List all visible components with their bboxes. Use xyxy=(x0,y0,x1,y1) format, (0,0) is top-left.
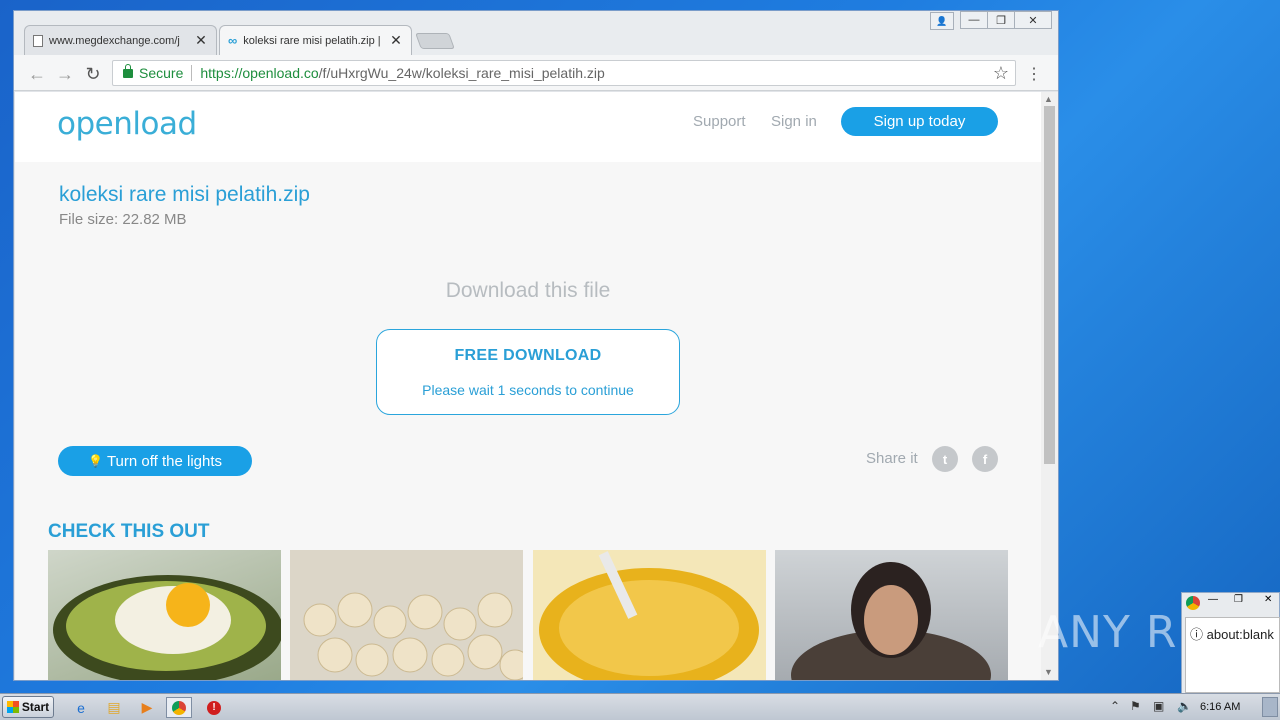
forward-button[interactable]: → xyxy=(54,63,76,85)
free-download-button[interactable]: FREE DOWNLOAD Please wait 1 seconds to c… xyxy=(376,329,680,415)
scroll-down-icon[interactable]: ▼ xyxy=(1044,667,1053,677)
openload-favicon-icon: ∞ xyxy=(228,33,238,48)
chickpeas-image xyxy=(303,592,523,680)
secondary-browser-window[interactable]: — ❐ ✕ ⓘ about:blank xyxy=(1181,592,1280,694)
url-text: https://openload.co/f/uHxrgWu_24w/koleks… xyxy=(200,65,604,81)
minimize-icon: — xyxy=(968,14,980,26)
tab-title: www.megdexchange.com/j xyxy=(49,34,180,47)
title-bar: www.megdexchange.com/j ✕ ∞ koleksi rare … xyxy=(14,11,1058,55)
thumbnail-chickpeas[interactable] xyxy=(290,550,523,680)
browser-window: www.megdexchange.com/j ✕ ∞ koleksi rare … xyxy=(13,10,1059,681)
clock[interactable]: 6:16 AM xyxy=(1200,701,1240,713)
file-size: File size: 22.82 MB xyxy=(59,211,187,228)
share-label: Share it xyxy=(866,450,918,467)
vertical-scrollbar[interactable]: ▲ ▼ xyxy=(1041,92,1058,680)
address-bar[interactable]: Secure https://openload.co/f/uHxrgWu_24w… xyxy=(112,60,1016,86)
tab-close-icon[interactable]: ✕ xyxy=(389,32,403,49)
lightbulb-icon: 💡 xyxy=(87,454,103,468)
volume-icon[interactable]: 🔈 xyxy=(1177,699,1192,713)
portrait-image xyxy=(791,562,991,680)
honey-jar-image xyxy=(539,551,759,680)
tab-openload[interactable]: ∞ koleksi rare misi pelatih.zip | ✕ xyxy=(219,25,412,55)
mini-restore-icon[interactable]: ❐ xyxy=(1234,594,1243,605)
thumbnail-avocado-egg[interactable] xyxy=(48,550,281,680)
twitter-share-button[interactable]: t xyxy=(932,446,958,472)
mini-close-icon[interactable]: ✕ xyxy=(1264,594,1272,605)
mini-minimize-icon[interactable]: — xyxy=(1208,594,1218,605)
openload-logo[interactable]: openload xyxy=(57,106,197,142)
network-icon[interactable]: ▣ xyxy=(1153,699,1164,713)
tab-title: koleksi rare misi pelatih.zip | xyxy=(243,34,381,47)
thumbnail-honey-jar[interactable] xyxy=(533,550,766,680)
mini-address-area: ⓘ about:blank xyxy=(1185,617,1280,693)
restore-button[interactable]: ❐ xyxy=(987,11,1015,29)
reload-icon: ↻ xyxy=(85,63,101,84)
check-this-out-heading: CHECK THIS OUT xyxy=(48,521,210,542)
file-name: koleksi rare misi pelatih.zip xyxy=(59,183,310,206)
reload-button[interactable]: ↻ xyxy=(82,63,104,85)
internet-explorer-icon[interactable]: e xyxy=(70,697,92,718)
close-icon: ✕ xyxy=(1028,14,1038,27)
thumbnail-portrait[interactable] xyxy=(775,550,1008,680)
site-header: openload Support Sign in Sign up today xyxy=(15,92,1041,162)
support-link[interactable]: Support xyxy=(693,113,746,130)
flag-icon[interactable]: ⚑ xyxy=(1130,699,1141,713)
divider xyxy=(191,65,193,81)
wait-countdown-text: Please wait 1 seconds to continue xyxy=(422,382,634,398)
download-heading: Download this file xyxy=(445,279,611,302)
url-host: https://openload.co xyxy=(200,65,319,81)
menu-icon[interactable]: ⋮ xyxy=(1026,64,1042,84)
windows-logo-icon xyxy=(6,701,19,713)
lights-label: Turn off the lights xyxy=(106,452,223,470)
folder-icon[interactable]: ▤ xyxy=(103,697,125,718)
free-download-label: FREE DOWNLOAD xyxy=(454,347,602,364)
forward-arrow-icon: → xyxy=(56,63,74,84)
info-icon: ⓘ xyxy=(1190,627,1204,642)
signin-link[interactable]: Sign in xyxy=(771,113,817,130)
star-icon[interactable]: ☆ xyxy=(993,63,1009,84)
back-button[interactable]: ← xyxy=(26,63,48,85)
tab-megdexchange[interactable]: www.megdexchange.com/j ✕ xyxy=(24,25,217,55)
twitter-icon: t xyxy=(942,451,948,467)
new-tab-button[interactable] xyxy=(415,33,455,49)
url-path: /f/uHxrgWu_24w/koleksi_rare_misi_pelatih… xyxy=(318,65,605,81)
back-arrow-icon: ← xyxy=(28,63,46,84)
media-player-icon[interactable]: ▶ xyxy=(136,697,158,718)
chrome-taskbar-icon[interactable] xyxy=(166,697,192,718)
restore-icon: ❐ xyxy=(996,14,1006,27)
facebook-share-button[interactable]: f xyxy=(972,446,998,472)
user-profile-button[interactable]: 👤 xyxy=(930,12,954,30)
close-window-button[interactable]: ✕ xyxy=(1014,11,1052,29)
signup-button[interactable]: Sign up today xyxy=(841,107,998,136)
chrome-icon xyxy=(1186,596,1200,610)
start-button[interactable]: Start xyxy=(2,696,54,718)
lock-icon xyxy=(123,63,133,78)
scroll-up-icon[interactable]: ▲ xyxy=(1044,94,1053,104)
tray-expand-icon[interactable]: ⌃ xyxy=(1110,699,1120,713)
secure-label: Secure xyxy=(139,65,184,81)
start-label: Start xyxy=(21,700,50,714)
taskbar: Start e ▤ ▶ ! ⌃ ⚑ ▣ 🔈 6:16 AM xyxy=(0,693,1280,720)
mini-url-text: about:blank xyxy=(1206,627,1274,642)
facebook-icon: f xyxy=(982,451,988,467)
scrollbar-thumb[interactable] xyxy=(1044,106,1055,464)
browser-toolbar: ← → ↻ Secure https://openload.co/f/uHxrg… xyxy=(14,55,1058,91)
page-icon xyxy=(33,34,43,47)
avocado-egg-image xyxy=(53,575,281,680)
page-viewport: openload Support Sign in Sign up today k… xyxy=(15,92,1041,680)
mini-url[interactable]: ⓘ about:blank xyxy=(1190,624,1274,643)
stop-icon[interactable]: ! xyxy=(203,697,225,718)
turn-off-lights-button[interactable]: 💡 Turn off the lights xyxy=(58,446,252,476)
minimize-button[interactable]: — xyxy=(960,11,988,29)
user-icon: 👤 xyxy=(936,15,948,26)
show-desktop-button[interactable] xyxy=(1262,697,1278,717)
tab-close-icon[interactable]: ✕ xyxy=(194,32,208,49)
